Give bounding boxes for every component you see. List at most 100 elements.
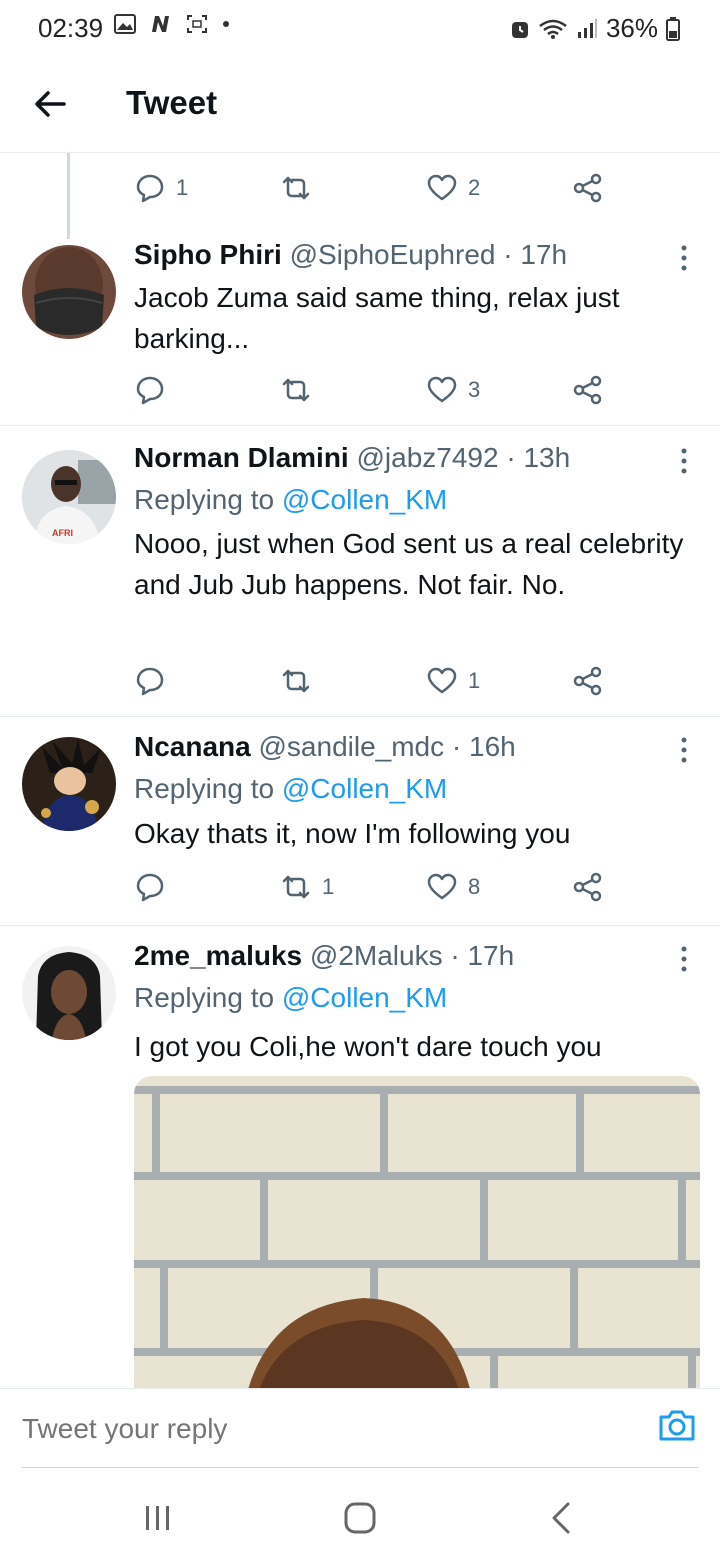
reply-composer	[0, 1388, 720, 1471]
svg-text:AFRI: AFRI	[52, 528, 73, 538]
display-name[interactable]: Sipho Phiri	[134, 239, 282, 270]
wifi-icon	[539, 19, 567, 39]
like-button[interactable]: 1	[426, 661, 480, 701]
reply-tweet[interactable]: Ncanana @sandile_mdc · 16h Replying to @…	[0, 717, 720, 926]
system-nav-bar	[0, 1472, 720, 1560]
status-bar: 02:39 36%	[0, 0, 720, 60]
user-handle[interactable]: @SiphoEuphred	[290, 239, 496, 270]
mention-link[interactable]: @Collen_KM	[282, 484, 447, 515]
reply-tweet[interactable]: 2me_maluks @2Maluks · 17h Replying to @C…	[0, 926, 720, 1389]
tweet-time: · 16h	[451, 731, 516, 762]
like-button[interactable]: 3	[426, 370, 480, 410]
share-button[interactable]	[572, 370, 604, 410]
tweet-time: · 17h	[450, 940, 515, 971]
share-button[interactable]	[572, 867, 604, 907]
tweet-time: · 13h	[506, 442, 571, 473]
avatar[interactable]	[22, 737, 116, 831]
reply-button[interactable]	[134, 867, 176, 907]
signal-icon	[577, 18, 597, 38]
like-count: 2	[468, 175, 481, 200]
more-icon[interactable]	[676, 944, 692, 974]
reply-icon	[136, 873, 164, 902]
tweet-text: I got you Coli,he won't dare touch you	[134, 1031, 602, 1062]
user-handle[interactable]: @jabz7492	[356, 442, 498, 473]
tweet-header: Ncanana @sandile_mdc · 16h	[134, 731, 516, 763]
retweet-icon	[282, 669, 310, 693]
camera-icon[interactable]	[657, 1405, 697, 1445]
battery-percent: 36%	[605, 13, 658, 43]
like-count: 8	[468, 874, 481, 899]
display-name[interactable]: Norman Dlamini	[134, 442, 349, 473]
like-icon	[427, 873, 457, 900]
tweet-header: 2me_maluks @2Maluks · 17h	[134, 940, 514, 972]
share-icon	[573, 375, 602, 405]
retweet-icon	[282, 176, 310, 200]
alarm-icon	[511, 21, 528, 38]
dot-icon	[223, 21, 229, 27]
avatar-image	[22, 737, 116, 831]
mention-link[interactable]: @Collen_KM	[282, 982, 447, 1013]
reply-button[interactable]	[134, 661, 176, 701]
retweet-button[interactable]: 1	[280, 867, 334, 907]
tweet-text: Nooo, just when God sent us a real celeb…	[134, 528, 684, 600]
avatar[interactable]: AFRI	[22, 450, 116, 544]
media-image	[134, 1076, 700, 1389]
like-count: 3	[468, 377, 481, 402]
input-underline	[22, 1467, 698, 1468]
reply-tweet[interactable]: Sipho Phiri @SiphoEuphred · 17h Jacob Zu…	[0, 225, 720, 426]
like-icon	[427, 667, 457, 694]
reply-button[interactable]	[134, 370, 176, 410]
user-handle[interactable]: @2Maluks	[310, 940, 443, 971]
reply-button[interactable]: 1	[134, 168, 188, 208]
gallery-icon	[114, 14, 136, 34]
like-icon	[427, 376, 457, 403]
like-count: 1	[468, 668, 481, 693]
tweet-actions: 1	[0, 661, 720, 701]
replying-to: Replying to @Collen_KM	[134, 484, 447, 516]
share-button[interactable]	[572, 661, 604, 701]
share-icon	[573, 173, 602, 203]
like-button[interactable]: 8	[426, 867, 480, 907]
replying-to: Replying to @Collen_KM	[134, 982, 447, 1014]
retweet-count: 1	[322, 874, 335, 899]
avatar-image	[22, 245, 116, 339]
reply-input[interactable]	[22, 1413, 622, 1445]
screenshot-icon	[187, 15, 207, 33]
avatar[interactable]	[22, 946, 116, 1040]
more-icon[interactable]	[676, 243, 692, 273]
tweet-text: Okay thats it, now I'm following you	[134, 818, 571, 849]
notification-icons	[114, 14, 230, 34]
home-icon[interactable]	[340, 1500, 380, 1536]
display-name[interactable]: Ncanana	[134, 731, 251, 762]
more-icon[interactable]	[676, 735, 692, 765]
tweet-actions: 1 2	[0, 168, 720, 208]
share-icon	[573, 872, 602, 902]
back-arrow-icon[interactable]	[30, 84, 70, 124]
tweet-actions: 1 8	[0, 867, 720, 907]
replying-to: Replying to @Collen_KM	[134, 773, 447, 805]
reply-icon	[136, 376, 164, 405]
tweet-feed[interactable]: 1 2 Sipho Phiri @SiphoEuphred · 17h Jaco…	[0, 153, 720, 1389]
reply-count: 1	[176, 175, 189, 200]
app-header: Tweet	[0, 62, 720, 153]
more-icon[interactable]	[676, 446, 692, 476]
back-icon[interactable]	[542, 1500, 582, 1536]
recents-icon[interactable]	[138, 1500, 178, 1536]
tweet-media-image[interactable]	[134, 1076, 700, 1389]
retweet-button[interactable]	[280, 370, 322, 410]
n-app-icon	[152, 16, 169, 32]
mention-link[interactable]: @Collen_KM	[282, 773, 447, 804]
like-button[interactable]: 2	[426, 168, 480, 208]
avatar[interactable]	[22, 245, 116, 339]
replying-label: Replying to	[134, 982, 275, 1013]
status-right: 36%	[510, 13, 680, 44]
retweet-button[interactable]	[280, 168, 322, 208]
reply-icon	[136, 667, 164, 696]
user-handle[interactable]: @sandile_mdc	[259, 731, 445, 762]
tweet-actions: 3	[0, 370, 720, 410]
retweet-button[interactable]	[280, 661, 322, 701]
display-name[interactable]: 2me_maluks	[134, 940, 302, 971]
avatar-image: AFRI	[22, 450, 116, 544]
replying-label: Replying to	[134, 484, 275, 515]
share-button[interactable]	[572, 168, 604, 208]
